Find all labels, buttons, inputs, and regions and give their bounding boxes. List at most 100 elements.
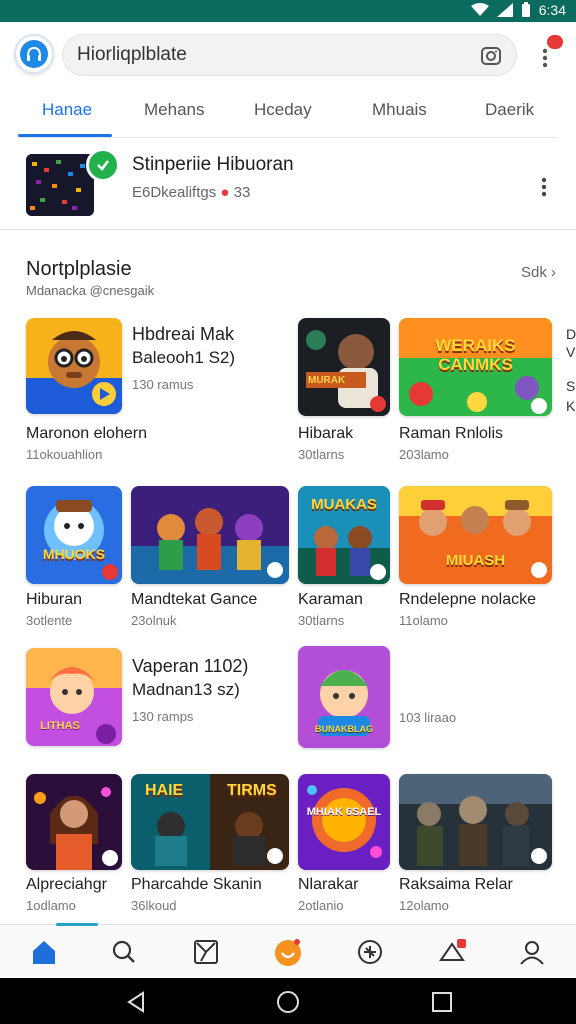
game-label[interactable]: Karaman [298, 591, 363, 609]
status-bar: 6:34 [0, 0, 576, 22]
game-tile[interactable]: MIUASH [399, 486, 552, 584]
category-tabs: Hanae Mehans Hceday Mhuais Daerik [18, 90, 558, 138]
game-tile[interactable] [26, 774, 122, 870]
notification-badge [547, 35, 563, 49]
tab-5[interactable]: Daerik [485, 100, 534, 120]
game-art [298, 318, 390, 416]
peek-char: S [566, 378, 576, 394]
game-banner: MUAKAS [311, 496, 377, 513]
game-art [298, 774, 390, 870]
search-bar[interactable] [62, 34, 517, 76]
game-sub: 11olamo [399, 613, 448, 628]
game-tile[interactable]: WERAIKS CANMKS [399, 318, 552, 416]
game-banner: MHIAK 6SAEL [306, 806, 382, 818]
game-title-line2: Madnan13 sz) [132, 680, 240, 699]
game-art [26, 318, 122, 414]
game-label[interactable]: Nlarakar [298, 876, 358, 894]
game-label[interactable]: Mandtekat Gance [131, 591, 257, 609]
featured-subtitle: E6Dkealiftgs ● 33 [132, 184, 251, 201]
tab-3[interactable]: Hceday [254, 100, 312, 120]
game-banner: LITHAS [40, 720, 80, 732]
search-input[interactable] [77, 35, 477, 75]
game-tile[interactable] [131, 486, 289, 584]
system-navigation-bar [0, 978, 576, 1024]
game-art [26, 486, 122, 584]
game-tile[interactable]: BUNAKBLAG [298, 646, 390, 748]
game-tile[interactable]: MUAKAS [298, 486, 390, 584]
game-art [26, 774, 122, 870]
game-title-line2: Baleooh1 S2) [132, 348, 236, 367]
game-tile[interactable]: MHUOKS [26, 486, 122, 584]
nav-games-icon[interactable] [186, 935, 226, 969]
game-tile[interactable]: HAIE TIRMS [131, 774, 289, 870]
game-sub: 30tlarns [298, 613, 345, 628]
game-tile[interactable]: MURAK [298, 318, 390, 416]
chevron-right-icon: › [551, 264, 556, 281]
game-tile[interactable] [26, 318, 122, 414]
see-all-link[interactable]: Sdk › [521, 264, 556, 281]
peek-char: K [566, 398, 576, 414]
home-circle-icon[interactable] [276, 990, 300, 1014]
back-icon[interactable] [124, 990, 148, 1014]
game-art [399, 486, 552, 584]
flame-icon: ● [220, 184, 230, 201]
wifi-icon [470, 3, 489, 17]
game-banner-right: TIRMS [227, 782, 277, 799]
nav-home-icon[interactable] [24, 935, 64, 969]
game-banner: MIUASH [445, 552, 506, 569]
play-badge-icon [86, 148, 120, 182]
nav-hub-icon[interactable] [268, 935, 308, 969]
game-sub: 11okouahlion [26, 447, 103, 462]
tab-2[interactable]: Mehans [144, 100, 204, 120]
game-tile[interactable]: MHIAK 6SAEL [298, 774, 390, 870]
game-sub: 1odlamo [26, 898, 76, 913]
battery-icon [521, 2, 531, 18]
game-banner: WERAIKS CANMKS [435, 336, 516, 374]
nav-active-indicator [56, 923, 98, 926]
featured-thumbnail [26, 154, 94, 216]
game-banner: MURAK [308, 375, 346, 386]
game-label[interactable]: Rndelepne nolacke [399, 591, 536, 609]
nav-activity-icon[interactable] [350, 935, 390, 969]
active-tab-indicator [18, 134, 112, 137]
game-label[interactable]: Hibarak [298, 425, 353, 443]
peek-char: V [566, 344, 576, 360]
game-label[interactable]: Alpreciahgr [26, 876, 107, 894]
game-label[interactable]: Maronon elohern [26, 425, 147, 443]
game-label[interactable]: Raksaima Relar [399, 876, 513, 894]
recents-icon[interactable] [430, 990, 454, 1014]
tab-home[interactable]: Hanae [42, 100, 92, 120]
search-row [0, 22, 576, 90]
nav-profile-icon[interactable] [512, 935, 552, 969]
game-art [399, 774, 552, 870]
game-sub: 23olnuk [131, 613, 177, 628]
nav-search-icon[interactable] [104, 935, 144, 969]
camera-icon[interactable] [480, 45, 502, 72]
game-sub: 203lamo [399, 447, 449, 462]
game-title-line1: Hbdreai Mak [132, 324, 235, 344]
game-label[interactable]: Hiburan [26, 591, 82, 609]
game-sub: 30tlarns [298, 447, 345, 462]
game-label[interactable]: Raman Rnlolis [399, 425, 503, 443]
signal-icon [496, 3, 513, 17]
game-meta: 103 liraao [399, 710, 457, 725]
game-banner: MHUOKS [42, 546, 106, 562]
game-sub: 12olamo [399, 898, 449, 913]
featured-more-icon[interactable] [534, 176, 554, 200]
tab-4[interactable]: Mhuais [372, 100, 427, 120]
headphones-icon [20, 40, 48, 68]
featured-item[interactable]: Stinperiie Hibuoran E6Dkealiftgs ● 33 [0, 138, 576, 230]
game-title-line1: Vaperan 1102) [132, 656, 249, 676]
section-title: Nortplplasie [26, 258, 132, 280]
game-tile[interactable]: LITHAS [26, 648, 122, 746]
section-subtitle: Mdanacka @cnesgaik [26, 283, 155, 298]
game-banner: BUNAKBLAG [315, 724, 373, 734]
game-tile[interactable] [399, 774, 552, 870]
game-meta: 130 ramus [132, 377, 194, 392]
section-header: Nortplplasie Mdanacka @cnesgaik Sdk › [26, 258, 556, 302]
game-art [131, 486, 289, 584]
app-logo[interactable] [14, 34, 54, 74]
game-meta: 130 ramps [132, 709, 194, 724]
nav-alerts-icon[interactable] [432, 935, 472, 969]
game-label[interactable]: Pharcahde Skanin [131, 876, 262, 894]
